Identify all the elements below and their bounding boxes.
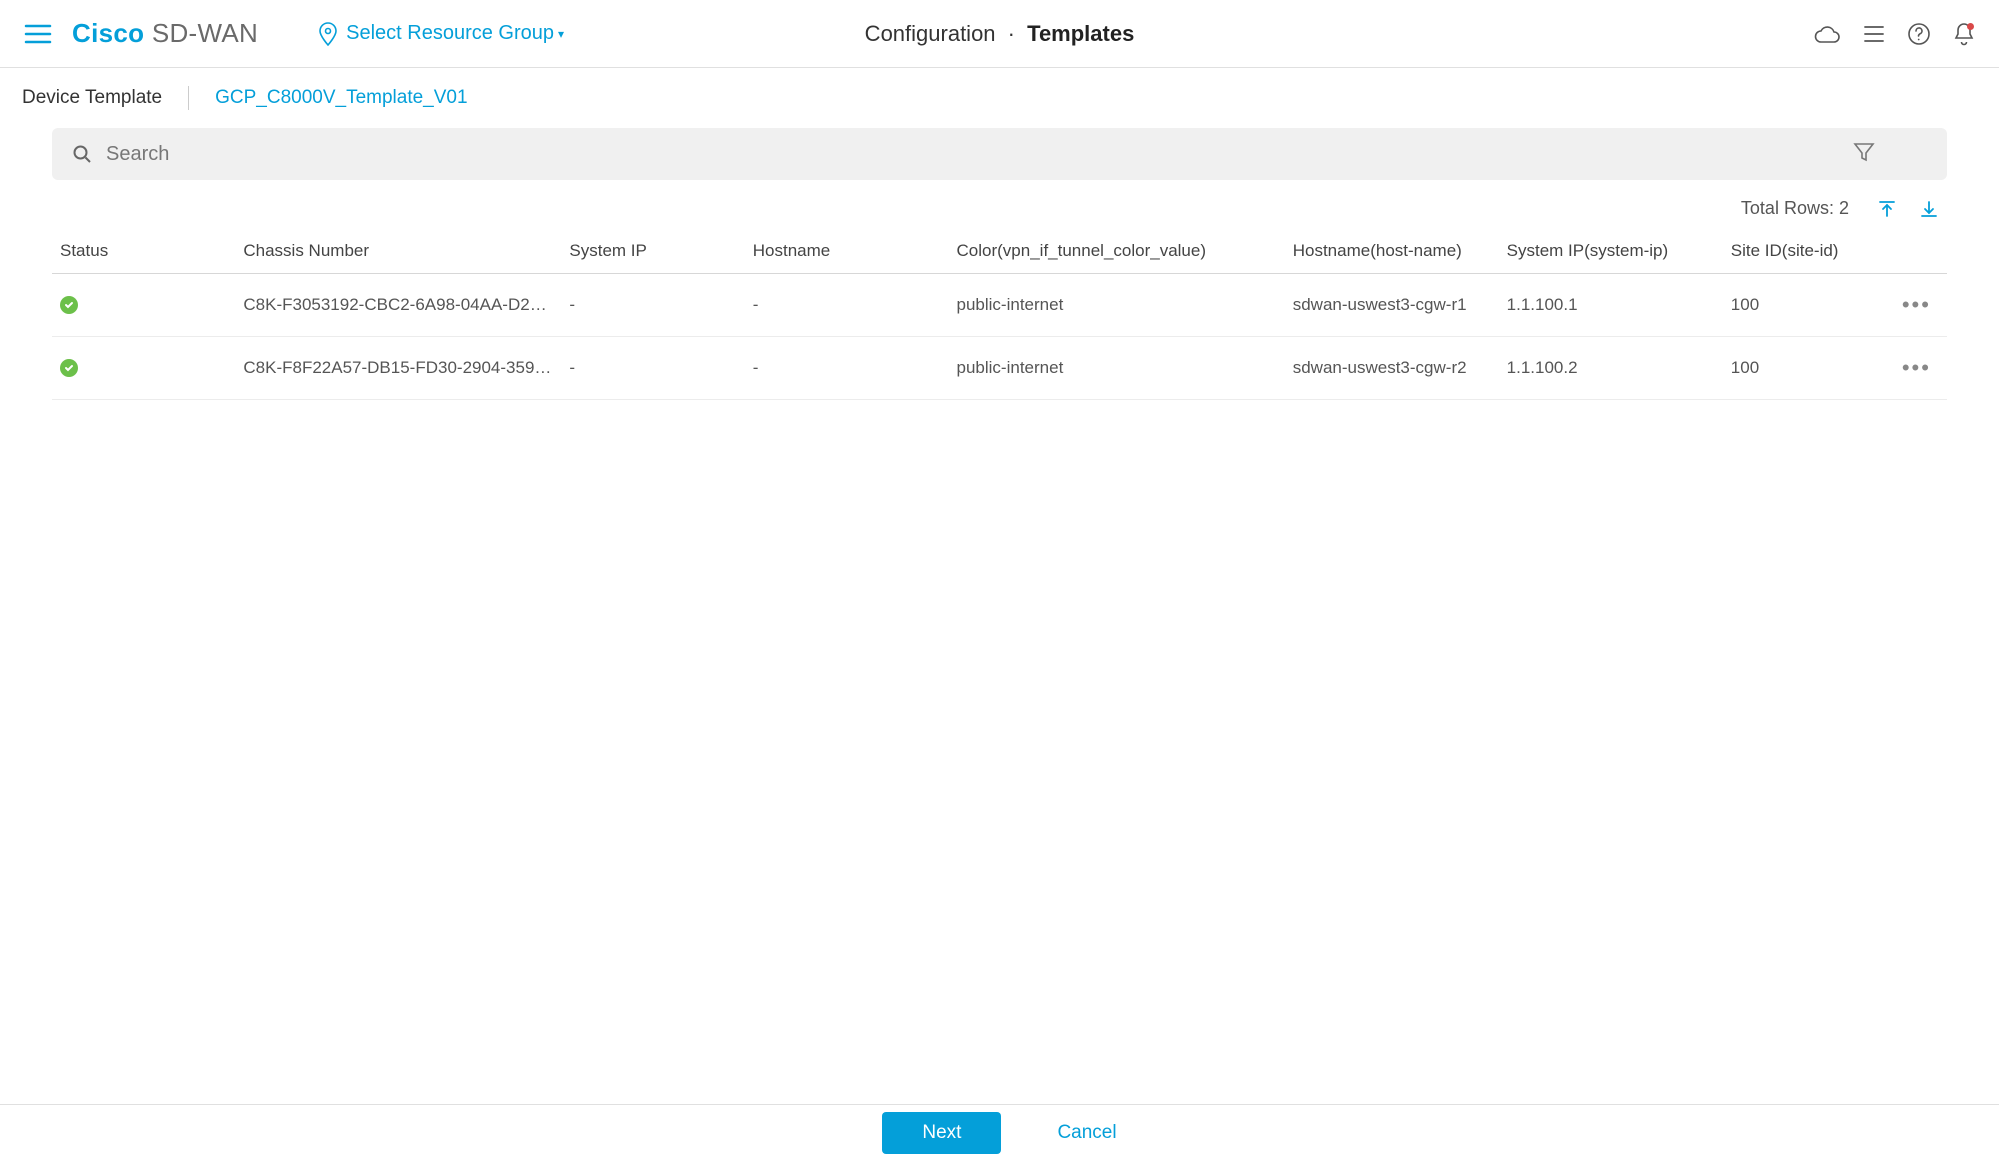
- cell-status: [52, 337, 235, 400]
- cell-hostname: -: [745, 274, 949, 337]
- cell-color: public-internet: [949, 274, 1285, 337]
- next-button[interactable]: Next: [882, 1112, 1001, 1154]
- brand-logo: Cisco SD-WAN: [72, 18, 258, 49]
- col-header-hostname[interactable]: Hostname: [745, 229, 949, 274]
- status-ok-icon: [60, 359, 78, 377]
- template-name-link[interactable]: GCP_C8000V_Template_V01: [215, 87, 467, 109]
- resource-group-label: Select Resource Group: [346, 22, 554, 45]
- cell-hostname: -: [745, 337, 949, 400]
- col-header-site-id[interactable]: Site ID(site-id): [1723, 229, 1886, 274]
- top-header: Cisco SD-WAN Select Resource Group ▾ Con…: [0, 0, 1999, 68]
- cell-system-ip2: 1.1.100.1: [1499, 274, 1723, 337]
- breadcrumb-divider: [188, 86, 189, 110]
- cell-site-id: 100: [1723, 337, 1886, 400]
- cell-system-ip2: 1.1.100.2: [1499, 337, 1723, 400]
- table-row[interactable]: C8K-F8F22A57-DB15-FD30-2904-3599... - - …: [52, 337, 1947, 400]
- header-breadcrumb: Configuration · Templates: [865, 21, 1135, 47]
- search-row: [0, 128, 1999, 180]
- search-input[interactable]: [106, 143, 1927, 166]
- search-field[interactable]: [52, 128, 1947, 180]
- device-template-label: Device Template: [22, 87, 162, 109]
- breadcrumb-parent[interactable]: Configuration: [865, 21, 996, 46]
- tasks-icon[interactable]: [1863, 23, 1885, 45]
- table-row[interactable]: C8K-F3053192-CBC2-6A98-04AA-D2A6... - - …: [52, 274, 1947, 337]
- total-rows-label: Total Rows:: [1741, 198, 1834, 218]
- cell-hostname2: sdwan-uswest3-cgw-r1: [1285, 274, 1499, 337]
- cell-chassis: C8K-F8F22A57-DB15-FD30-2904-3599...: [235, 337, 561, 400]
- cell-status: [52, 274, 235, 337]
- col-header-system-ip2[interactable]: System IP(system-ip): [1499, 229, 1723, 274]
- col-header-color[interactable]: Color(vpn_if_tunnel_color_value): [949, 229, 1285, 274]
- search-icon: [72, 144, 92, 164]
- location-icon: [318, 22, 338, 46]
- notification-dot: [1967, 23, 1974, 30]
- col-header-chassis[interactable]: Chassis Number: [235, 229, 561, 274]
- header-actions: [1813, 22, 1975, 46]
- resource-group-selector[interactable]: Select Resource Group ▾: [318, 22, 564, 46]
- col-header-actions: [1886, 229, 1947, 274]
- cell-color: public-internet: [949, 337, 1285, 400]
- brand-sub: SD-WAN: [152, 18, 258, 48]
- menu-icon[interactable]: [24, 23, 52, 45]
- breadcrumb-separator: ·: [1008, 21, 1015, 46]
- cell-site-id: 100: [1723, 274, 1886, 337]
- total-rows-value: 2: [1839, 198, 1849, 218]
- download-icon[interactable]: [1919, 199, 1939, 219]
- table-header-row: Status Chassis Number System IP Hostname…: [52, 229, 1947, 274]
- total-rows: Total Rows: 2: [1741, 198, 1849, 219]
- cloud-icon[interactable]: [1813, 24, 1841, 44]
- device-table: Status Chassis Number System IP Hostname…: [0, 229, 1999, 400]
- cell-system-ip: -: [561, 337, 744, 400]
- cell-system-ip: -: [561, 274, 744, 337]
- filter-icon[interactable]: [1853, 141, 1875, 168]
- help-icon[interactable]: [1907, 22, 1931, 46]
- col-header-status[interactable]: Status: [52, 229, 235, 274]
- breadcrumb-current: Templates: [1027, 21, 1134, 46]
- page-breadcrumb: Device Template GCP_C8000V_Template_V01: [0, 68, 1999, 128]
- cancel-button[interactable]: Cancel: [1057, 1122, 1116, 1144]
- cell-chassis: C8K-F3053192-CBC2-6A98-04AA-D2A6...: [235, 274, 561, 337]
- col-header-system-ip[interactable]: System IP: [561, 229, 744, 274]
- chevron-down-icon: ▾: [558, 27, 564, 41]
- footer-actions: Next Cancel: [0, 1104, 1999, 1160]
- cell-hostname2: sdwan-uswest3-cgw-r2: [1285, 337, 1499, 400]
- bell-icon[interactable]: [1953, 22, 1975, 46]
- table-toolbar: Total Rows: 2: [0, 180, 1999, 229]
- export-up-icon[interactable]: [1877, 199, 1897, 219]
- row-actions-icon[interactable]: •••: [1886, 274, 1947, 337]
- col-header-hostname2[interactable]: Hostname(host-name): [1285, 229, 1499, 274]
- status-ok-icon: [60, 296, 78, 314]
- brand-strong: Cisco: [72, 18, 144, 48]
- row-actions-icon[interactable]: •••: [1886, 337, 1947, 400]
